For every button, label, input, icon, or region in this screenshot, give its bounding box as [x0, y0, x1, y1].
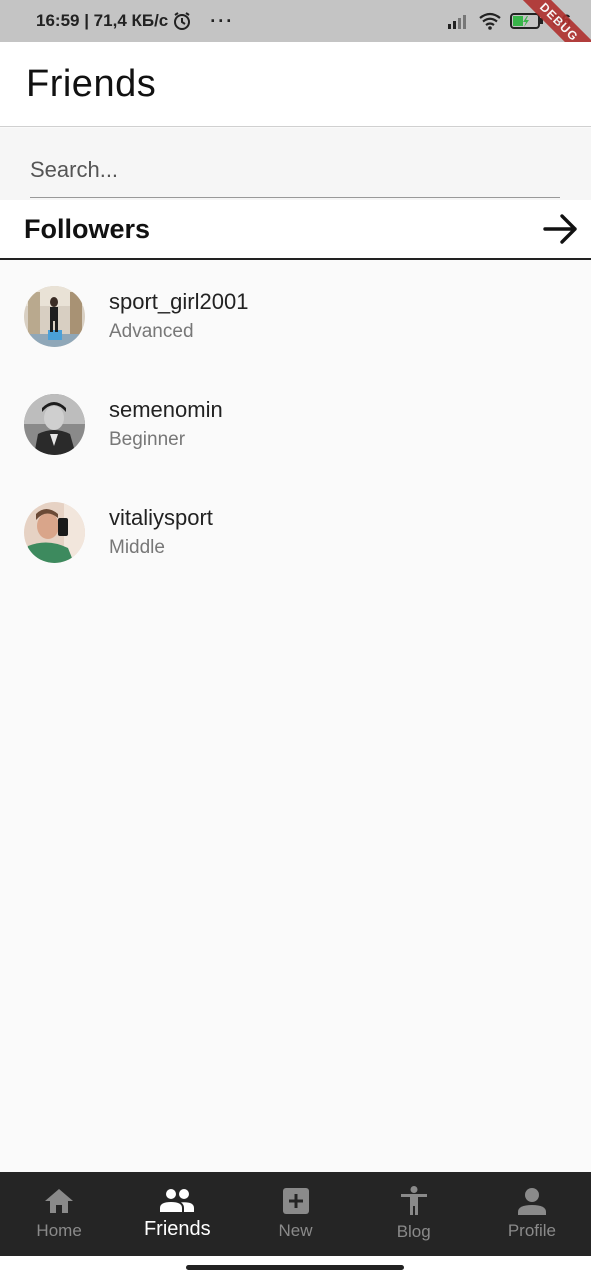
wifi-icon: [479, 12, 501, 30]
nav-label-friends: Friends: [143, 1217, 211, 1240]
nav-item-profile[interactable]: Profile: [473, 1172, 591, 1256]
person-icon: [517, 1188, 546, 1215]
nav-label-new: New: [278, 1221, 313, 1240]
followers-title: Followers: [24, 213, 151, 244]
nav-item-new[interactable]: New: [236, 1172, 354, 1256]
user-text: sport_girl2001 Advanced: [109, 289, 248, 343]
search-input[interactable]: [30, 142, 560, 198]
list-item[interactable]: semenomin Beginner: [0, 370, 591, 478]
status-time: 16:59 | 71,4 КБ/с: [36, 11, 169, 30]
user-text: vitaliysport Middle: [109, 505, 213, 559]
page-title: Friends: [26, 62, 157, 105]
status-bar: 16:59 | 71,4 КБ/с ··· 36 DEBUG: [0, 0, 591, 72]
avatar-photo-2: [24, 393, 85, 455]
list-item[interactable]: vitaliysport Middle: [0, 478, 591, 586]
people-icon: [160, 1188, 195, 1212]
user-level: Advanced: [109, 321, 194, 342]
username: vitaliysport: [109, 505, 213, 530]
nav-item-blog[interactable]: Blog: [355, 1172, 473, 1256]
nav-item-friends[interactable]: Friends: [118, 1172, 236, 1256]
signal-icon: [448, 15, 467, 29]
nav-label-home: Home: [36, 1221, 82, 1240]
nav-label-profile: Profile: [507, 1221, 556, 1240]
followers-list: sport_girl2001 Advanced semenomin Beginn…: [0, 262, 591, 586]
avatar: [24, 501, 85, 563]
user-level: Beginner: [109, 429, 186, 450]
followers-arrow-button[interactable]: [539, 207, 583, 251]
avatar: [24, 285, 85, 347]
accessibility-icon: [400, 1186, 427, 1215]
avatar-photo-1: [24, 285, 85, 347]
user-level: Middle: [109, 537, 165, 558]
nav-item-home[interactable]: Home: [0, 1172, 118, 1256]
alarm-icon: [174, 12, 191, 30]
home-icon: [45, 1189, 74, 1213]
avatar: [24, 393, 85, 455]
username: sport_girl2001: [109, 289, 249, 314]
status-left: 16:59 | 71,4 КБ/с ···: [36, 11, 234, 32]
username: semenomin: [109, 397, 223, 422]
add-box-icon: [282, 1188, 309, 1214]
nav-label-blog: Blog: [396, 1222, 431, 1241]
followers-header[interactable]: Followers: [0, 200, 591, 260]
avatar-photo-3: [24, 501, 85, 563]
search-area: [0, 128, 591, 200]
user-text: semenomin Beginner: [109, 397, 223, 451]
app-bar: Friends: [0, 42, 591, 127]
gesture-area: [0, 1256, 591, 1280]
bottom-navigation: Home Friends New Blog Profile: [0, 1172, 591, 1256]
more-notifications: ···: [210, 10, 235, 31]
list-item[interactable]: sport_girl2001 Advanced: [0, 262, 591, 370]
arrow-right-icon: [543, 214, 577, 244]
gesture-bar[interactable]: [186, 1265, 404, 1270]
